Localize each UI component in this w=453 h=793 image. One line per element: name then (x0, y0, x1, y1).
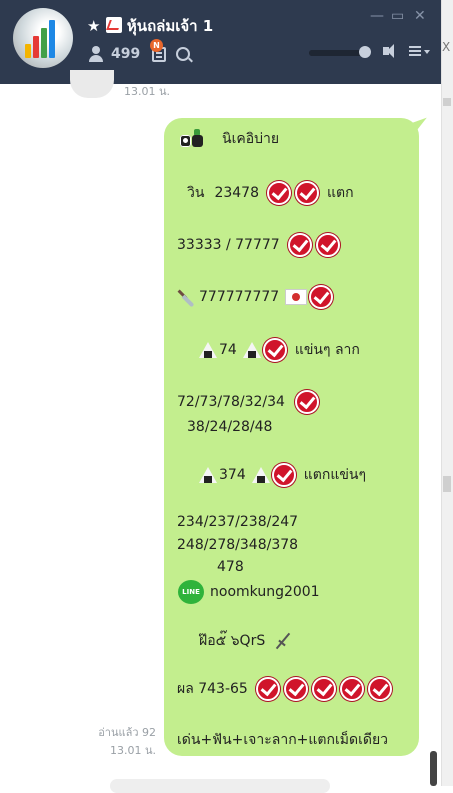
search-icon[interactable] (176, 47, 190, 61)
read-receipt: อ่านแล้ว 92 (98, 726, 156, 739)
speaker-icon[interactable] (383, 44, 394, 58)
onigiri-icon (251, 467, 270, 483)
check-icon (309, 285, 334, 309)
signature-text: ฝ๊อ๕๊ ๖QrS (199, 633, 266, 649)
line-text: แข่นๆ ลาก (294, 342, 360, 358)
minimize-button[interactable]: — (370, 8, 384, 24)
message-line: 33333 / 77777 (177, 233, 340, 257)
chat-header: ★ หุ้นถล่มเจ้า 1 499 N — ▭ ✕ (0, 0, 441, 84)
person-icon[interactable] (89, 46, 103, 62)
group-avatar[interactable] (13, 8, 73, 68)
check-icon (294, 181, 319, 205)
message-line: ฝ๊อ๕๊ ๖QrS (199, 630, 293, 652)
message-line: 234/237/238/247 (177, 514, 298, 530)
line-logo-icon: LINE (178, 580, 204, 604)
message-line: วิน 23478 แตก (187, 181, 354, 205)
avatar-bar (25, 44, 31, 58)
volume-knob[interactable] (359, 46, 371, 58)
message-line: 374 แตกแข่นๆ (199, 463, 366, 487)
message-line: เด่น+ฟัน+เจาะลาก+แตกเม็ดเดียว (177, 729, 388, 751)
check-icon (266, 181, 291, 205)
message-line: 777777777 (177, 285, 334, 309)
line-text: 23478 (214, 185, 259, 201)
onigiri-icon (199, 467, 217, 483)
message-line: LINE noomkung2001 (178, 580, 320, 604)
chevron-down-icon[interactable] (424, 50, 430, 54)
line-text: 248/278/348/378 (177, 537, 299, 553)
check-icon (315, 233, 340, 257)
check-icon (311, 677, 336, 701)
check-icon (294, 390, 319, 414)
line-text: 234/237/238/247 (177, 514, 299, 530)
check-icon (367, 677, 392, 701)
chat-title: ★ หุ้นถล่มเจ้า 1 (87, 14, 213, 38)
footer-text: เด่น+ฟัน+เจาะลาก+แตกเม็ดเดียว (177, 732, 389, 748)
line-text: 33333 / 77777 (177, 237, 280, 253)
member-count[interactable]: 499 (111, 46, 140, 62)
scroll-marker[interactable] (443, 476, 451, 492)
line-text: วิน (187, 185, 205, 201)
chat-title-text: หุ้นถล่มเจ้า 1 (126, 17, 214, 35)
sword-icon (273, 631, 293, 651)
previous-message-time: 13.01 น. (124, 85, 171, 98)
line-id[interactable]: noomkung2001 (210, 584, 320, 600)
sushi-icon (180, 129, 204, 149)
check-icon (287, 233, 312, 257)
message-line: 72/73/78/32/34 (177, 390, 319, 414)
check-icon (262, 338, 287, 362)
edge-x-glyph: X (442, 40, 451, 54)
check-icon (283, 677, 308, 701)
line-text: 777777777 (199, 289, 280, 305)
message-line: 248/278/348/378 (177, 537, 298, 553)
message-line: นิเคอิบ่าย (180, 128, 279, 150)
avatar-bar (33, 36, 39, 58)
scroll-marker[interactable] (443, 98, 451, 106)
next-message-bubble[interactable] (110, 779, 330, 793)
chart-up-icon (105, 17, 122, 33)
avatar-bar (41, 28, 47, 58)
bubble-tail (411, 117, 431, 133)
avatar-bar (49, 20, 55, 58)
message-bubble[interactable] (164, 118, 419, 756)
window-edge (441, 0, 453, 786)
line-text: 74 (219, 342, 237, 358)
message-line: 478 (217, 559, 244, 575)
star-icon: ★ (87, 17, 101, 35)
message-time: 13.01 น. (109, 744, 156, 757)
flag-icon (285, 289, 308, 305)
menu-icon[interactable] (409, 46, 421, 48)
message-line: ผล 743-65 (177, 677, 392, 701)
message-line: 74 แข่นๆ ลาก (199, 338, 360, 362)
line-text: แตก (326, 185, 354, 201)
close-button[interactable]: ✕ (414, 8, 426, 24)
onigiri-icon (242, 342, 261, 358)
previous-message-bubble[interactable] (70, 70, 114, 98)
line-text: 38/24/28/48 (187, 419, 273, 435)
check-icon (255, 677, 280, 701)
onigiri-icon (199, 342, 217, 358)
scrollbar-thumb[interactable] (430, 751, 437, 786)
line-text: 72/73/78/32/34 (177, 394, 285, 410)
line-text: 478 (217, 559, 244, 575)
line-text: 374 (219, 467, 246, 483)
message-heading: นิเคอิบ่าย (222, 131, 280, 147)
notes-badge: N (150, 39, 163, 52)
knife-icon (177, 287, 197, 307)
result-text: ผล 743-65 (177, 681, 248, 697)
line-text: แตกแข่นๆ (303, 467, 367, 483)
check-icon (339, 677, 364, 701)
maximize-button[interactable]: ▭ (391, 8, 404, 24)
check-icon (271, 463, 296, 487)
message-line: 38/24/28/48 (187, 419, 272, 435)
